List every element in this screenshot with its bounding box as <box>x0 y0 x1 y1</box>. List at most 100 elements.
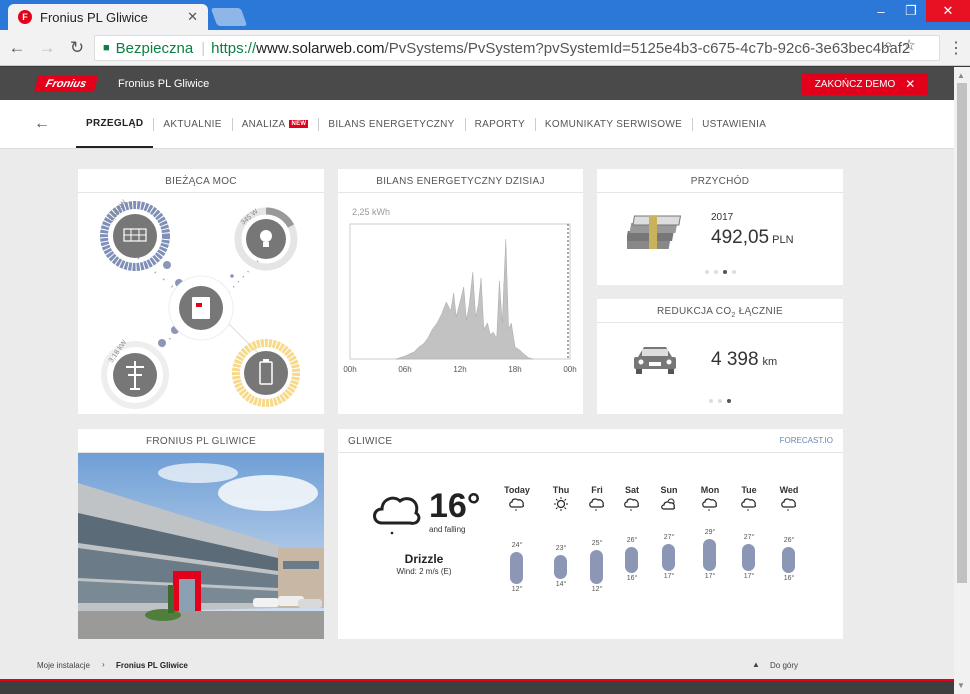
wind-info: Wind: 2 m/s (E) <box>396 567 452 576</box>
nav-label: USTAWIENIA <box>702 118 767 130</box>
scrollbar-thumb[interactable] <box>957 83 967 583</box>
nav-tab-current[interactable]: AKTUALNIE <box>153 100 231 148</box>
forecast-high: 24° <box>511 542 523 550</box>
window-controls: – ❐ ✕ <box>866 0 970 22</box>
caret-up-icon[interactable]: ▲ <box>752 660 760 669</box>
energy-balance-card[interactable]: BILANS ENERGETYCZNY DZISIAJ 2,25 kWh 00h… <box>338 169 583 414</box>
flow-dot <box>158 339 166 347</box>
weather-summary: Drizzle <box>404 552 444 566</box>
browser-menu-icon[interactable]: ⋮ <box>948 38 964 58</box>
back-to-top-link[interactable]: Do góry <box>770 661 798 670</box>
reload-icon[interactable]: ↻ <box>64 38 90 58</box>
minimize-icon[interactable]: – <box>866 0 896 22</box>
card-title: REDUKCJA CO2 ŁĄCZNIE <box>597 299 843 323</box>
bottom-bar <box>0 679 954 694</box>
co2-title-main: REDUKCJA CO <box>656 306 732 317</box>
end-demo-label: ZAKOŃCZ DEMO <box>814 78 896 90</box>
zoom-icon[interactable]: ⌕ <box>884 36 892 54</box>
forecast-high: 26° <box>783 537 795 545</box>
carousel-dot[interactable] <box>709 399 713 403</box>
forecast-high: 23° <box>555 544 567 552</box>
card-title: BILANS ENERGETYCZNY DZISIAJ <box>338 169 583 193</box>
url-path: /PvSystems/PvSystem?pvSystemId=5125e4b3-… <box>384 39 911 57</box>
new-tab-button[interactable] <box>210 8 248 26</box>
drizzle-icon <box>373 496 421 535</box>
forecast-high: 29° <box>704 529 716 537</box>
x-tick-label: 18h <box>508 365 521 374</box>
solar-panel-icon <box>113 214 157 258</box>
window-close-icon[interactable]: ✕ <box>926 0 970 22</box>
co2-amount: 4 398 km <box>711 349 777 371</box>
nav-tab-energy-balance[interactable]: BILANS ENERGETYCZNY <box>318 100 464 148</box>
forecast-temp-bar <box>742 544 755 571</box>
co2-reduction-card[interactable]: REDUKCJA CO2 ŁĄCZNIE 4 398 km <box>597 299 843 414</box>
car-icon <box>634 347 676 374</box>
drizzle-icon <box>624 498 639 511</box>
carousel-dot[interactable] <box>718 399 722 403</box>
forecast-high: 25° <box>591 539 603 547</box>
nav-tab-settings[interactable]: USTAWIENIA <box>692 100 776 148</box>
forecast-low: 14° <box>555 580 567 588</box>
carousel-dot-active[interactable] <box>727 399 731 403</box>
forecast-temp-bar <box>662 544 675 571</box>
weather-card[interactable]: GLIWICE FORECAST.IO 16° and falling Driz… <box>338 429 843 639</box>
fronius-logo[interactable]: Fronius <box>33 75 99 92</box>
nav-label: ANALIZA <box>241 118 286 130</box>
forecast-low: 16° <box>783 575 795 583</box>
nav-tab-reports[interactable]: RAPORTY <box>464 100 535 148</box>
nav-label: BILANS ENERGETYCZNY <box>328 118 455 130</box>
forecast-day: Tue 27° 17° <box>731 485 767 635</box>
forecast-day: Mon 29° 17° <box>692 485 728 635</box>
forecast-day-label: Sun <box>660 485 678 495</box>
forecast-day-label: Today <box>504 485 530 495</box>
card-title: BIEŻĄCA MOC <box>78 169 324 193</box>
yield-card[interactable]: PRZYCHÓD 2017 492,05 PLN <box>597 169 843 285</box>
carousel-dot[interactable] <box>704 270 709 274</box>
forecast-high: 27° <box>743 534 755 542</box>
scroll-down-icon[interactable]: ▼ <box>957 681 965 690</box>
back-arrow-icon[interactable]: ← <box>4 38 30 58</box>
system-photo-card[interactable]: FRONIUS PL GLIWICE <box>78 429 324 639</box>
forecast-low: 17° <box>663 572 675 580</box>
nav-tab-service-messages[interactable]: KOMUNIKATY SERWISOWE <box>534 100 692 148</box>
address-bar[interactable]: ■ Bezpieczna | https://www.solarweb.com/… <box>94 35 940 61</box>
url-prefix: https:// <box>211 39 257 57</box>
carousel-dot-active[interactable] <box>722 270 727 274</box>
tab-title: Fronius PL Gliwice <box>40 9 148 25</box>
forecast-temp-bar <box>590 549 603 584</box>
forecast-low: 12° <box>511 585 523 593</box>
nav-tab-overview[interactable]: PRZEGLĄD <box>76 100 154 148</box>
browser-tab-strip: F Fronius PL Gliwice ✕ – ❐ ✕ <box>0 0 970 30</box>
end-demo-button[interactable]: ZAKOŃCZ DEMO ✕ <box>802 73 928 95</box>
forecast-temp-bar <box>510 552 523 584</box>
money-stack-icon <box>627 215 682 249</box>
carousel-dots[interactable] <box>597 270 843 274</box>
restore-icon[interactable]: ❐ <box>896 0 926 22</box>
forward-arrow-icon[interactable]: → <box>34 38 60 58</box>
building-photo <box>78 453 324 639</box>
nav-tab-analysis[interactable]: ANALIZA NEW <box>231 100 319 148</box>
bookmark-star-icon[interactable]: ☆ <box>902 36 915 54</box>
carousel-dots[interactable] <box>597 399 843 403</box>
nav-label: RAPORTY <box>474 118 525 130</box>
page-scrollbar[interactable]: ▲ ▼ <box>954 67 970 694</box>
browser-tab[interactable]: F Fronius PL Gliwice ✕ <box>8 4 208 30</box>
current-temperature: 16° <box>429 487 481 525</box>
scroll-up-icon[interactable]: ▲ <box>957 71 965 80</box>
breadcrumb-root[interactable]: Moje instalacje <box>37 661 90 670</box>
forecast-io-link[interactable]: FORECAST.IO <box>780 436 833 445</box>
carousel-dot[interactable] <box>731 270 736 274</box>
forecast-high: 27° <box>663 534 675 542</box>
yield-year: 2017 <box>711 212 734 223</box>
main-nav: ← PRZEGLĄD AKTUALNIE ANALIZA NEW BILANS E… <box>0 100 954 149</box>
close-tab-icon[interactable]: ✕ <box>187 9 198 25</box>
secure-label: Bezpieczna <box>115 39 194 57</box>
site-header: Fronius Fronius PL Gliwice ZAKOŃCZ DEMO … <box>0 67 954 100</box>
new-badge: NEW <box>289 120 309 128</box>
forecast-low: 17° <box>704 572 716 580</box>
co2-value: 4 398 <box>711 349 759 370</box>
back-arrow-icon[interactable]: ← <box>0 100 76 148</box>
current-power-card[interactable]: BIEŻĄCA MOC 3,60 kW 345 W 3,18 kW <box>78 169 324 414</box>
carousel-dot[interactable] <box>713 270 718 274</box>
omnibox-actions: ⌕ ☆ <box>884 36 916 54</box>
